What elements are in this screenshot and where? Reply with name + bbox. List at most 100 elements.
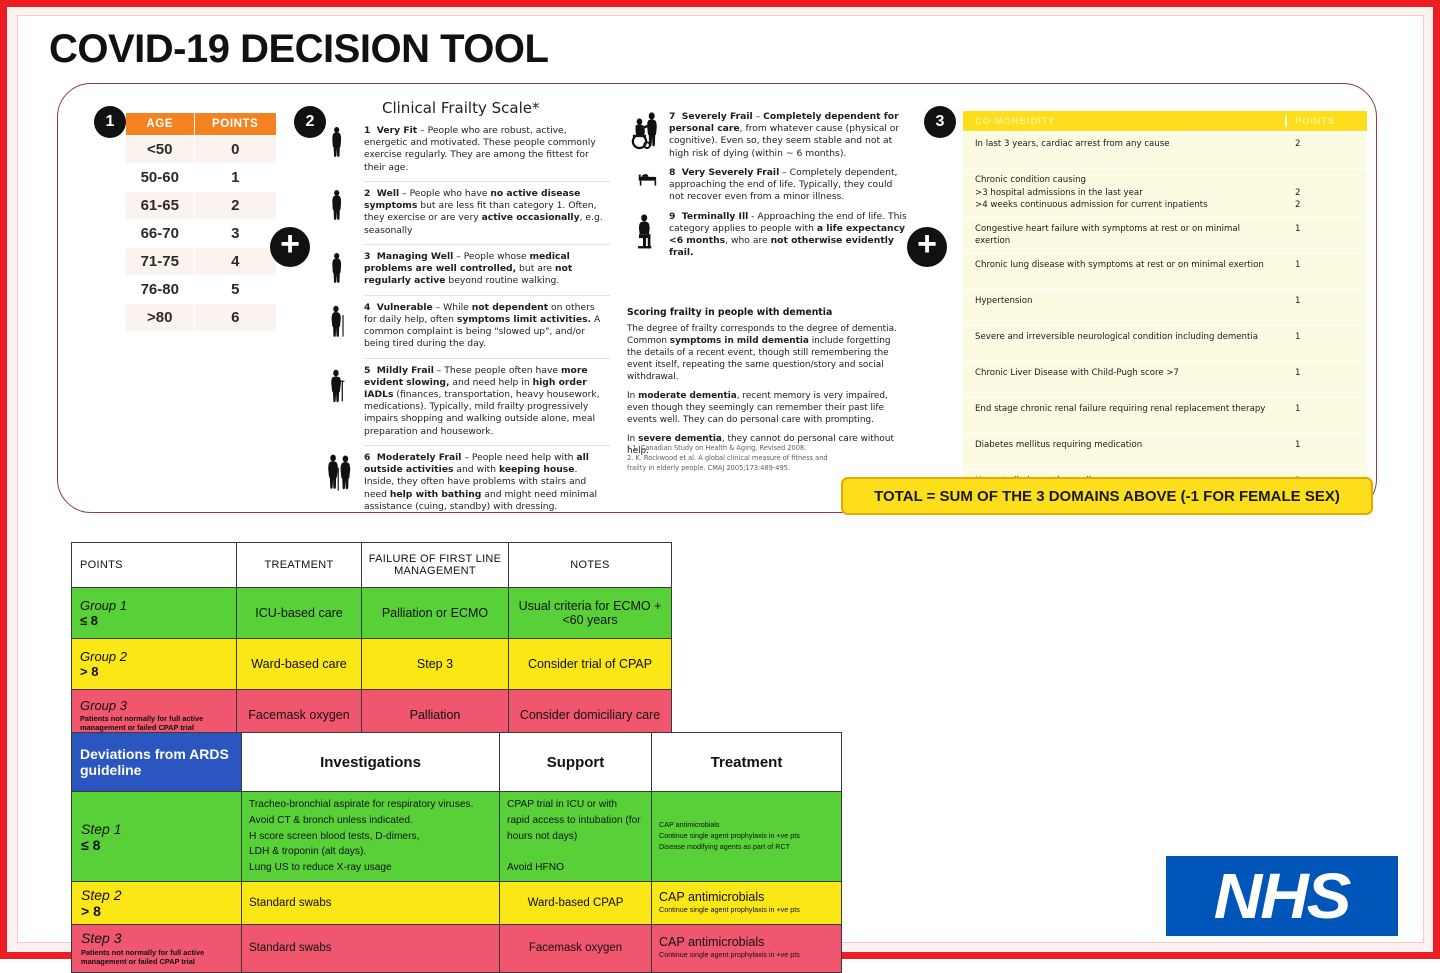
comorbidity-points-cell: 22	[1283, 174, 1367, 212]
table-row: In last 3 years, cardiac arrest from any…	[963, 133, 1367, 169]
total-score-banner: TOTAL = SUM OF THE 3 DOMAINS ABOVE (-1 F…	[841, 477, 1373, 515]
standing-person-figure	[326, 125, 360, 165]
comorbidity-label-line: Diabetes mellitus requiring medication	[975, 439, 1143, 450]
comorbidity-points-line: 1	[1295, 223, 1301, 234]
comorbidity-points-cell: 1	[1283, 295, 1367, 308]
investigation-line: LDH & troponin (alt days).	[249, 846, 367, 858]
footnote-line: * 1. Canadian Study on Health & Aging, R…	[627, 444, 807, 452]
comorbidity-label-line: Chronic condition causing	[975, 175, 1087, 185]
comorbidity-points-cell: 2	[1283, 138, 1367, 151]
treatment-main: CAP antimicrobials	[659, 935, 765, 950]
step-label: Step 3	[81, 930, 122, 947]
cfs-divider	[364, 444, 610, 446]
ards-deviations-header: Deviations from ARDS guideline	[71, 732, 242, 792]
dementia-paragraph: The degree of frailty corresponds to the…	[627, 324, 897, 383]
table-row: Hypertension 1	[963, 289, 1367, 326]
standing-person-figure	[326, 188, 360, 228]
investigations-header: Investigations	[241, 732, 500, 792]
cfs-item-text: 7 Severely Frail – Completely dependent …	[669, 111, 900, 159]
group-label: Group 1	[80, 598, 127, 613]
table-row: 50-60 1	[125, 163, 277, 192]
comorbidity-points-line: 1	[1295, 439, 1301, 450]
support-line: CPAP trial in ICU or with	[507, 799, 618, 810]
comorbidity-label-line: In last 3 years, cardiac arrest from any…	[975, 139, 1170, 149]
table-row: Step 3 Patients not normally for full act…	[71, 924, 842, 973]
dementia-heading: Scoring frailty in people with dementia	[627, 307, 833, 318]
notes-cell: Consider trial of CPAP	[508, 638, 672, 690]
age-table-body: <50 0 50-60 1 61-65 2 66-70 3 71-75 4 76-80 5 >80 6	[125, 135, 277, 332]
step-threshold: ≤ 8	[81, 836, 101, 853]
table-row: Chronic condition causing >3 hospital adm…	[963, 169, 1367, 218]
comorbidity-label-line: End stage chronic renal failure requirin…	[975, 403, 1266, 414]
comorbidity-points-line: 1	[1295, 259, 1301, 270]
cfs-item-text: 4 Vulnerable – While not dependent on ot…	[364, 301, 601, 350]
investigations-cell: Standard swabs	[241, 881, 500, 926]
cfs-item: 7 Severely Frail – Completely dependent …	[627, 111, 909, 160]
comorbidity-points-line: 1	[1295, 331, 1301, 342]
cfs-item: 3 Managing Well – People whose medical p…	[322, 251, 610, 288]
group-threshold: > 8	[80, 664, 99, 679]
comorbidity-label-cell: Chronic condition causing >3 hospital adm…	[963, 174, 1283, 212]
points-table-header-row: POINTS TREATMENT FAILURE OF FIRST LINE M…	[71, 542, 672, 588]
comorbidity-label-cell: End stage chronic renal failure requirin…	[963, 403, 1283, 416]
person-with-cane-figure	[326, 302, 360, 342]
table-row: 76-80 5	[125, 275, 277, 304]
badge-step-1: 1	[95, 107, 125, 137]
table-row: Step 2 > 8 Standard swabs Ward-based CPAP CA…	[71, 881, 842, 926]
poster-sheet: COVID-19 DECISION TOOL 1 2 3 + + AGE POI…	[17, 15, 1424, 973]
bed-figure	[631, 167, 665, 207]
wheelchair-assisted-figure	[631, 111, 665, 151]
treatment-header: TREATMENT	[236, 542, 362, 588]
step-label: Step 2	[81, 887, 122, 904]
comorbidity-label-line: >4 weeks continuous admission for curren…	[975, 200, 1208, 210]
comorbidity-points-cell: 1	[1283, 223, 1367, 236]
age-cell: 50-60	[125, 163, 195, 192]
age-column-header: AGE	[125, 112, 195, 136]
table-row: Step 1 ≤ 8 Tracheo-bronchial aspirate for …	[71, 790, 842, 883]
comorbidity-label-cell: In last 3 years, cardiac arrest from any…	[963, 138, 1283, 151]
table-row: Severe and irreversible neurological con…	[963, 325, 1367, 362]
comorbidity-points-cell: 1	[1283, 259, 1367, 272]
group-cell: Group 2 > 8	[71, 638, 237, 690]
notes-cell: Usual criteria for ECMO + <60 years	[508, 587, 672, 639]
failure-first-line-header: FAILURE OF FIRST LINE MANAGEMENT	[361, 542, 509, 588]
step-label: Step 1	[81, 820, 122, 837]
badge-step-3: 3	[925, 107, 955, 137]
ards-treatment-cell: CAP antimicrobials Continue single agent …	[651, 924, 842, 973]
comorbidity-header-row: CO-MORBIDITY POINTS	[963, 111, 1367, 131]
failure-cell: Palliation or ECMO	[361, 587, 509, 639]
cfs-column-left: 1 Very Fit – People who are robust, acti…	[322, 125, 610, 520]
plus-glyph-1: +	[280, 225, 300, 263]
cfs-item: 9 Terminally Ill - Approaching the end o…	[627, 211, 909, 260]
comorbidity-label-cell: Congestive heart failure with symptoms a…	[963, 223, 1283, 246]
table-row: <50 0	[125, 135, 277, 164]
age-points-cell: 4	[193, 247, 277, 276]
treatment-cell: ICU-based care	[236, 587, 362, 639]
table-row: Chronic Liver Disease with Child-Pugh sc…	[963, 361, 1367, 398]
comorbidity-label-cell: Chronic Liver Disease with Child-Pugh sc…	[963, 367, 1283, 380]
failure-cell: Step 3	[361, 638, 509, 690]
treatment-detail: Disease modifying agents as part of RCT	[659, 841, 791, 851]
group-cell: Group 1 ≤ 8	[71, 587, 237, 639]
investigations-cell: Tracheo-bronchial aspirate for respirato…	[241, 790, 500, 883]
comorbidity-label-line: Hypertension	[975, 295, 1033, 306]
age-cell: <50	[125, 135, 195, 164]
cfs-divider	[364, 357, 610, 359]
two-people-walking-figure	[326, 452, 360, 492]
cfs-item: 2 Well – People who have no active disea…	[322, 188, 610, 237]
comorbidity-points-line: 2	[1295, 200, 1301, 210]
cfs-item-text: 1 Very Fit – People who are robust, acti…	[364, 125, 596, 173]
age-points-cell: 1	[193, 163, 277, 192]
table-row: Congestive heart failure with symptoms a…	[963, 217, 1367, 254]
comorbidity-points-line: 1	[1295, 403, 1301, 414]
dementia-paragraphs: The degree of frailty corresponds to the…	[627, 323, 903, 457]
points-table-body: Group 1 ≤ 8 ICU-based care Palliation or EC…	[71, 587, 672, 741]
investigation-line: Lung US to reduce X-ray usage	[249, 862, 392, 874]
group-threshold: ≤ 8	[80, 613, 98, 628]
table-row: 71-75 4	[125, 247, 277, 276]
footnote-line: frailty in elderly people. CMAJ 2005;173…	[627, 464, 790, 473]
investigation-line: Tracheo-bronchial aspirate for respirato…	[249, 799, 474, 810]
age-points-cell: 0	[193, 135, 277, 164]
comorbidity-points-cell: 1	[1283, 403, 1367, 416]
ards-table-body: Step 1 ≤ 8 Tracheo-bronchial aspirate for …	[71, 790, 842, 973]
